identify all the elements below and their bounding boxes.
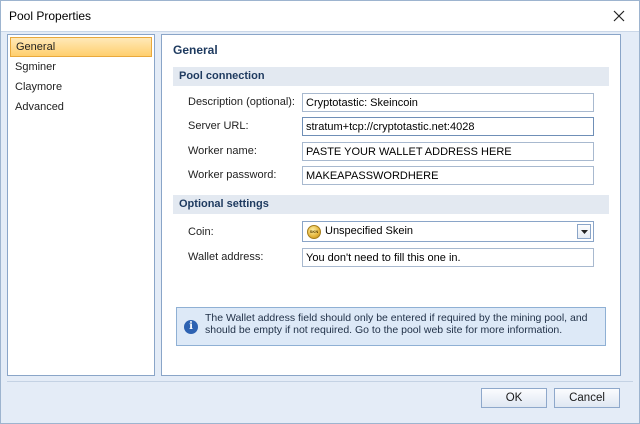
worker-name-field[interactable] — [302, 142, 594, 161]
settings-panel: General Pool connection Description (opt… — [161, 34, 621, 376]
close-button[interactable] — [609, 6, 629, 26]
category-list: General Sgminer Claymore Advanced — [7, 34, 155, 376]
cancel-button[interactable]: Cancel — [554, 388, 620, 408]
panel-title: General — [173, 43, 218, 57]
section-pool-connection: Pool connection — [173, 67, 609, 86]
nav-item-sgminer[interactable]: Sgminer — [10, 57, 152, 77]
info-icon: i — [184, 320, 198, 334]
server-url-field[interactable] — [302, 117, 594, 136]
worker-password-label: Worker password: — [188, 169, 277, 181]
title-bar[interactable]: Pool Properties — [1, 1, 639, 31]
window-title: Pool Properties — [9, 9, 92, 23]
coin-label: Coin: — [188, 226, 214, 238]
coin-selected-value: Unspecified Skein — [325, 225, 414, 237]
close-icon — [613, 10, 625, 22]
description-field[interactable] — [302, 93, 594, 112]
nav-item-general[interactable]: General — [10, 37, 152, 57]
info-text: The Wallet address field should only be … — [205, 312, 588, 336]
chevron-down-icon — [580, 229, 588, 234]
worker-password-field[interactable] — [302, 166, 594, 185]
nav-item-advanced[interactable]: Advanced — [10, 97, 152, 117]
server-url-label: Server URL: — [188, 120, 249, 132]
coin-icon: SKN — [307, 225, 321, 239]
ok-button[interactable]: OK — [481, 388, 547, 408]
nav-item-claymore[interactable]: Claymore — [10, 77, 152, 97]
description-label: Description (optional): — [188, 96, 295, 108]
dialog-client: General Sgminer Claymore Advanced Genera… — [1, 31, 639, 423]
coin-select[interactable]: SKN Unspecified Skein — [302, 221, 594, 242]
footer-divider — [7, 381, 633, 382]
nav-item-label: Claymore — [15, 81, 63, 93]
dropdown-arrow-button[interactable] — [577, 224, 591, 239]
nav-item-label: Advanced — [15, 101, 64, 113]
wallet-address-field[interactable] — [302, 248, 594, 267]
pool-properties-dialog: Pool Properties General Sgminer Claymore… — [0, 0, 640, 424]
nav-item-label: General — [16, 41, 56, 53]
nav-item-label: Sgminer — [15, 61, 56, 73]
info-message: i The Wallet address field should only b… — [176, 307, 606, 346]
section-optional-settings: Optional settings — [173, 195, 609, 214]
worker-name-label: Worker name: — [188, 145, 257, 157]
wallet-address-label: Wallet address: — [188, 251, 264, 263]
